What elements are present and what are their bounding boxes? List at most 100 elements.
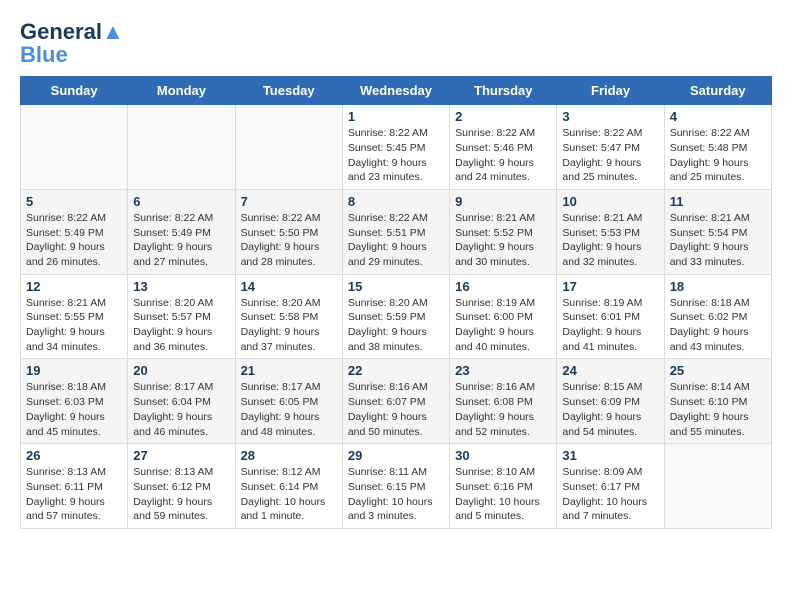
calendar-table: SundayMondayTuesdayWednesdayThursdayFrid… [20,76,772,529]
day-number: 31 [562,448,658,463]
day-info: Sunrise: 8:16 AMSunset: 6:08 PMDaylight:… [455,380,551,439]
logo: General▲ Blue [20,20,124,66]
calendar-day: 30Sunrise: 8:10 AMSunset: 6:16 PMDayligh… [450,444,557,529]
day-info: Sunrise: 8:13 AMSunset: 6:12 PMDaylight:… [133,465,229,524]
logo-text: General▲ [20,20,124,44]
day-number: 5 [26,194,122,209]
day-number: 13 [133,279,229,294]
calendar-day: 23 Sunrise: 8:16 AMSunset: 6:08 PMDayligh… [450,359,557,444]
day-info: Sunrise: 8:22 AMSunset: 5:50 PMDaylight:… [241,211,337,270]
calendar-day: 2 Sunrise: 8:22 AMSunset: 5:46 PMDaylight… [450,105,557,190]
day-number: 22 [348,363,444,378]
calendar-day: 8 Sunrise: 8:22 AMSunset: 5:51 PMDaylight… [342,189,449,274]
day-number: 14 [241,279,337,294]
day-info: Sunrise: 8:16 AMSunset: 6:07 PMDaylight:… [348,380,444,439]
day-info: Sunrise: 8:17 AMSunset: 6:04 PMDaylight:… [133,380,229,439]
day-header-wednesday: Wednesday [342,77,449,105]
day-info: Sunrise: 8:22 AMSunset: 5:49 PMDaylight:… [26,211,122,270]
day-number: 21 [241,363,337,378]
calendar-day: 29Sunrise: 8:11 AMSunset: 6:15 PMDayligh… [342,444,449,529]
day-info: Sunrise: 8:09 AMSunset: 6:17 PMDaylight:… [562,465,658,524]
day-number: 23 [455,363,551,378]
day-info: Sunrise: 8:22 AMSunset: 5:49 PMDaylight:… [133,211,229,270]
day-info: Sunrise: 8:20 AMSunset: 5:57 PMDaylight:… [133,296,229,355]
calendar-day: 18 Sunrise: 8:18 AMSunset: 6:02 PMDayligh… [664,274,771,359]
day-number: 12 [26,279,122,294]
calendar-day: 20 Sunrise: 8:17 AMSunset: 6:04 PMDayligh… [128,359,235,444]
day-info: Sunrise: 8:15 AMSunset: 6:09 PMDaylight:… [562,380,658,439]
day-info: Sunrise: 8:22 AMSunset: 5:46 PMDaylight:… [455,126,551,185]
calendar-day: 3 Sunrise: 8:22 AMSunset: 5:47 PMDaylight… [557,105,664,190]
calendar-week-row: 26 Sunrise: 8:13 AMSunset: 6:11 PMDayligh… [21,444,772,529]
day-number: 20 [133,363,229,378]
calendar-day: 27Sunrise: 8:13 AMSunset: 6:12 PMDayligh… [128,444,235,529]
day-info: Sunrise: 8:22 AMSunset: 5:48 PMDaylight:… [670,126,766,185]
calendar-day: 19 Sunrise: 8:18 AMSunset: 6:03 PMDayligh… [21,359,128,444]
day-number: 18 [670,279,766,294]
day-info: Sunrise: 8:21 AMSunset: 5:55 PMDaylight:… [26,296,122,355]
day-number: 2 [455,109,551,124]
calendar-day: 17Sunrise: 8:19 AMSunset: 6:01 PMDayligh… [557,274,664,359]
day-header-thursday: Thursday [450,77,557,105]
calendar-day: 1Sunrise: 8:22 AMSunset: 5:45 PMDaylight… [342,105,449,190]
calendar-day: 7 Sunrise: 8:22 AMSunset: 5:50 PMDaylight… [235,189,342,274]
day-info: Sunrise: 8:20 AMSunset: 5:58 PMDaylight:… [241,296,337,355]
day-header-sunday: Sunday [21,77,128,105]
calendar-day: 21 Sunrise: 8:17 AMSunset: 6:05 PMDayligh… [235,359,342,444]
day-number: 28 [241,448,337,463]
day-info: Sunrise: 8:13 AMSunset: 6:11 PMDaylight:… [26,465,122,524]
day-number: 11 [670,194,766,209]
day-number: 25 [670,363,766,378]
day-info: Sunrise: 8:21 AMSunset: 5:54 PMDaylight:… [670,211,766,270]
day-info: Sunrise: 8:21 AMSunset: 5:53 PMDaylight:… [562,211,658,270]
calendar-day: 12 Sunrise: 8:21 AMSunset: 5:55 PMDayligh… [21,274,128,359]
day-number: 3 [562,109,658,124]
day-info: Sunrise: 8:18 AMSunset: 6:02 PMDaylight:… [670,296,766,355]
calendar-day: 9 Sunrise: 8:21 AMSunset: 5:52 PMDaylight… [450,189,557,274]
calendar-day: 11 Sunrise: 8:21 AMSunset: 5:54 PMDayligh… [664,189,771,274]
day-header-monday: Monday [128,77,235,105]
day-info: Sunrise: 8:18 AMSunset: 6:03 PMDaylight:… [26,380,122,439]
calendar-day [664,444,771,529]
day-info: Sunrise: 8:21 AMSunset: 5:52 PMDaylight:… [455,211,551,270]
calendar-day: 28 Sunrise: 8:12 AMSunset: 6:14 PMDayligh… [235,444,342,529]
calendar-day: 25 Sunrise: 8:14 AMSunset: 6:10 PMDayligh… [664,359,771,444]
calendar-day: 5 Sunrise: 8:22 AMSunset: 5:49 PMDaylight… [21,189,128,274]
day-info: Sunrise: 8:22 AMSunset: 5:51 PMDaylight:… [348,211,444,270]
calendar-day: 6Sunrise: 8:22 AMSunset: 5:49 PMDaylight… [128,189,235,274]
day-number: 8 [348,194,444,209]
day-header-saturday: Saturday [664,77,771,105]
calendar-week-row: 1Sunrise: 8:22 AMSunset: 5:45 PMDaylight… [21,105,772,190]
day-info: Sunrise: 8:19 AMSunset: 6:00 PMDaylight:… [455,296,551,355]
day-info: Sunrise: 8:17 AMSunset: 6:05 PMDaylight:… [241,380,337,439]
day-info: Sunrise: 8:19 AMSunset: 6:01 PMDaylight:… [562,296,658,355]
day-header-friday: Friday [557,77,664,105]
day-number: 9 [455,194,551,209]
day-info: Sunrise: 8:22 AMSunset: 5:47 PMDaylight:… [562,126,658,185]
day-number: 10 [562,194,658,209]
day-info: Sunrise: 8:14 AMSunset: 6:10 PMDaylight:… [670,380,766,439]
day-number: 15 [348,279,444,294]
calendar-header-row: SundayMondayTuesdayWednesdayThursdayFrid… [21,77,772,105]
day-info: Sunrise: 8:20 AMSunset: 5:59 PMDaylight:… [348,296,444,355]
day-info: Sunrise: 8:12 AMSunset: 6:14 PMDaylight:… [241,465,337,524]
calendar-day: 14 Sunrise: 8:20 AMSunset: 5:58 PMDayligh… [235,274,342,359]
logo-blue: Blue [20,44,68,66]
day-number: 19 [26,363,122,378]
day-header-tuesday: Tuesday [235,77,342,105]
day-number: 4 [670,109,766,124]
calendar-day: 22 Sunrise: 8:16 AMSunset: 6:07 PMDayligh… [342,359,449,444]
calendar-day: 16Sunrise: 8:19 AMSunset: 6:00 PMDayligh… [450,274,557,359]
calendar-day: 4 Sunrise: 8:22 AMSunset: 5:48 PMDaylight… [664,105,771,190]
day-number: 24 [562,363,658,378]
calendar-day [21,105,128,190]
calendar-day [128,105,235,190]
calendar-day: 10 Sunrise: 8:21 AMSunset: 5:53 PMDayligh… [557,189,664,274]
day-number: 7 [241,194,337,209]
calendar-day: 13 Sunrise: 8:20 AMSunset: 5:57 PMDayligh… [128,274,235,359]
calendar-day: 31 Sunrise: 8:09 AMSunset: 6:17 PMDayligh… [557,444,664,529]
calendar-day: 15 Sunrise: 8:20 AMSunset: 5:59 PMDayligh… [342,274,449,359]
calendar-day: 24 Sunrise: 8:15 AMSunset: 6:09 PMDayligh… [557,359,664,444]
day-number: 26 [26,448,122,463]
day-info: Sunrise: 8:11 AMSunset: 6:15 PMDaylight:… [348,465,444,524]
